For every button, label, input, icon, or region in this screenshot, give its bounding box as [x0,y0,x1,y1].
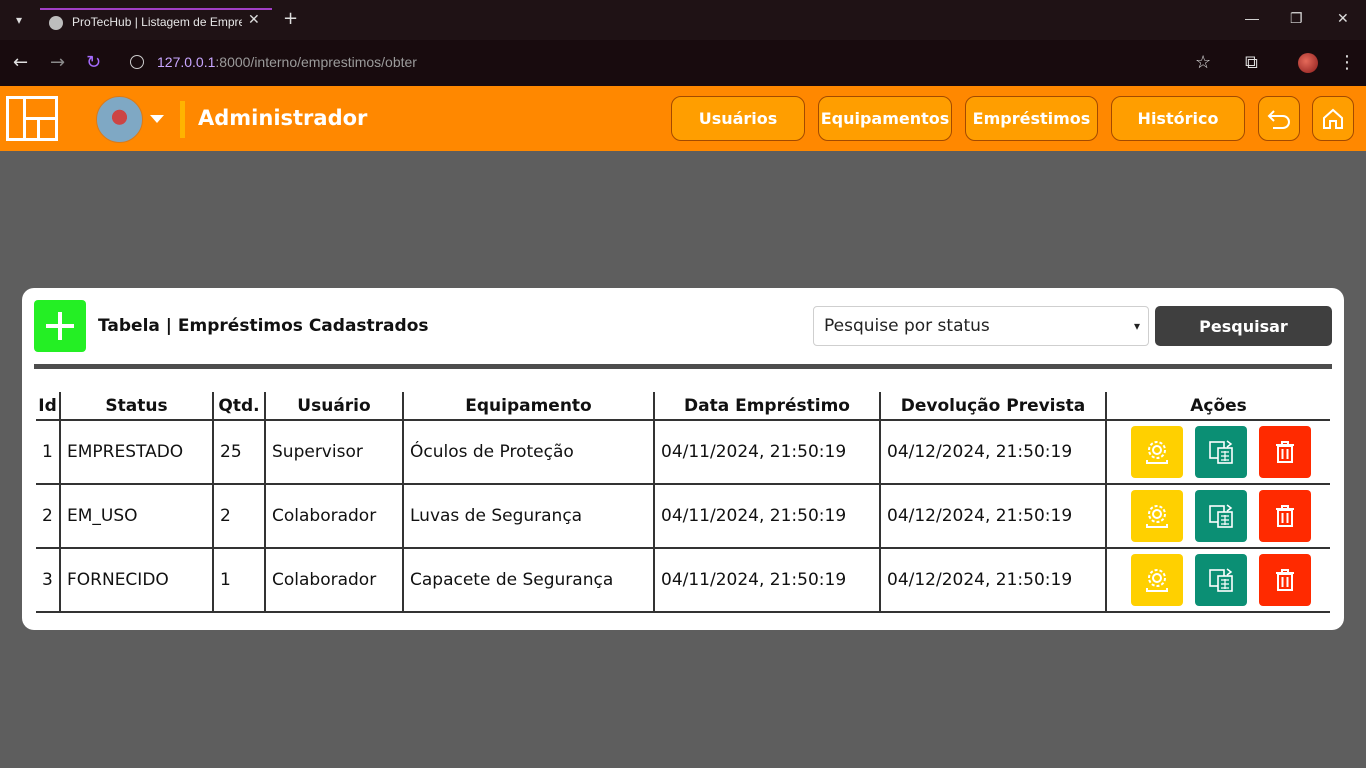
table-row: 3 FORNECIDO 1 Colaborador Capacete de Se… [36,548,1330,613]
cell-id: 3 [36,548,60,613]
col-header-id: Id [36,392,60,421]
cell-qty: 25 [212,420,265,485]
trash-icon [1276,505,1294,527]
app-header: Administrador Usuários Equipamentos Empr… [0,86,1366,151]
table-row: 1 EMPRESTADO 25 Supervisor Óculos de Pro… [36,420,1330,485]
cell-user: Colaborador [264,548,403,613]
close-tab-icon[interactable]: ✕ [248,12,260,28]
col-header-status: Status [59,392,213,421]
delete-button[interactable] [1259,490,1311,542]
cell-qty: 2 [212,484,265,549]
bookmark-star-icon[interactable]: ☆ [1195,52,1211,73]
cell-status: FORNECIDO [59,548,213,613]
cell-loan-date: 04/11/2024, 21:50:19 [653,484,880,549]
browser-profile-avatar[interactable] [1298,53,1318,73]
back-icon[interactable]: ← [13,52,28,73]
cell-equipment: Capacete de Segurança [402,548,654,613]
cell-id: 2 [36,484,60,549]
chevron-down-icon[interactable] [150,115,164,123]
url-host: 127.0.0.1 [157,54,216,70]
table-row: 2 EM_USO 2 Colaborador Luvas de Seguranç… [36,484,1330,549]
home-button[interactable] [1312,96,1354,141]
tab-search-chevron-icon[interactable]: ▾ [8,9,30,31]
cell-loan-date: 04/11/2024, 21:50:19 [653,548,880,613]
cell-user: Supervisor [264,420,403,485]
add-loan-button[interactable] [34,300,86,352]
col-header-return-date: Devolução Prevista [879,392,1106,421]
calculator-transfer-icon [1209,440,1233,464]
search-button[interactable]: Pesquisar [1155,306,1332,346]
edit-button[interactable] [1131,490,1183,542]
url-field[interactable]: 127.0.0.1:8000/interno/emprestimos/obter [120,46,1228,80]
cell-status: EMPRESTADO [59,420,213,485]
loans-card: Tabela | Empréstimos Cadastrados Pesquis… [22,288,1344,630]
restore-icon[interactable]: ❐ [1290,10,1303,27]
cell-qty: 1 [212,548,265,613]
globe-icon [49,16,63,30]
site-info-icon[interactable] [130,55,144,69]
user-role-label: Administrador [198,106,368,130]
new-tab-icon[interactable]: + [283,8,298,29]
cell-actions [1105,484,1330,549]
edit-button[interactable] [1131,426,1183,478]
nav-historico-button[interactable]: Histórico [1111,96,1245,141]
cell-equipment: Óculos de Proteção [402,420,654,485]
gear-icon [1146,505,1168,528]
status-select[interactable]: Pesquise por status ▾ [813,306,1149,346]
status-select-value: Pesquise por status [824,316,990,336]
delete-button[interactable] [1259,426,1311,478]
forward-icon[interactable]: → [50,52,65,73]
avatar[interactable] [96,96,143,143]
cell-return-date: 04/12/2024, 21:50:19 [879,484,1106,549]
return-loan-button[interactable] [1195,490,1247,542]
cell-actions [1105,548,1330,613]
chevron-down-icon: ▾ [1133,319,1140,333]
col-header-user: Usuário [264,392,403,421]
cell-actions [1105,420,1330,485]
header-divider [180,101,185,138]
minimize-icon[interactable]: — [1245,10,1259,26]
return-button[interactable] [1258,96,1300,141]
tab-title: ProTecHub | Listagem de Empre [72,15,242,29]
trash-icon [1276,569,1294,591]
trash-icon [1276,441,1294,463]
nav-emprestimos-button[interactable]: Empréstimos [965,96,1098,141]
cell-equipment: Luvas de Segurança [402,484,654,549]
cell-loan-date: 04/11/2024, 21:50:19 [653,420,880,485]
calculator-transfer-icon [1209,504,1233,528]
col-header-loan-date: Data Empréstimo [653,392,880,421]
gear-icon [1146,441,1168,464]
window-close-icon[interactable]: ✕ [1337,10,1349,27]
nav-usuarios-button[interactable]: Usuários [671,96,805,141]
nav-equipamentos-button[interactable]: Equipamentos [818,96,952,141]
delete-button[interactable] [1259,554,1311,606]
browser-tab[interactable]: ProTecHub | Listagem de Empre ✕ [40,8,272,40]
reload-icon[interactable]: ↻ [86,52,101,73]
app-logo[interactable] [6,96,58,141]
home-icon [1323,108,1343,129]
calculator-transfer-icon [1209,568,1233,592]
extensions-icon[interactable]: ⧉ [1245,52,1258,73]
return-loan-button[interactable] [1195,426,1247,478]
col-header-equipment: Equipamento [402,392,654,421]
browser-tab-bar: ▾ ProTecHub | Listagem de Empre ✕ + — ❐ … [0,0,1366,40]
edit-button[interactable] [1131,554,1183,606]
return-loan-button[interactable] [1195,554,1247,606]
divider [34,364,1332,369]
cell-return-date: 04/12/2024, 21:50:19 [879,420,1106,485]
browser-menu-icon[interactable]: ⋮ [1338,52,1356,73]
page-title: Tabela | Empréstimos Cadastrados [98,316,429,336]
cell-status: EM_USO [59,484,213,549]
browser-address-bar: ← → ↻ 127.0.0.1:8000/interno/emprestimos… [0,40,1366,86]
url-path: :8000/interno/emprestimos/obter [215,54,417,70]
loans-table: Id Status Qtd. Usuário Equipamento Data … [36,392,1330,613]
cell-id: 1 [36,420,60,485]
col-header-actions: Ações [1105,392,1330,421]
cell-return-date: 04/12/2024, 21:50:19 [879,548,1106,613]
cell-user: Colaborador [264,484,403,549]
gear-icon [1146,569,1168,592]
return-arrow-icon [1267,109,1290,129]
col-header-qty: Qtd. [212,392,265,421]
table-header-row: Id Status Qtd. Usuário Equipamento Data … [36,392,1330,421]
